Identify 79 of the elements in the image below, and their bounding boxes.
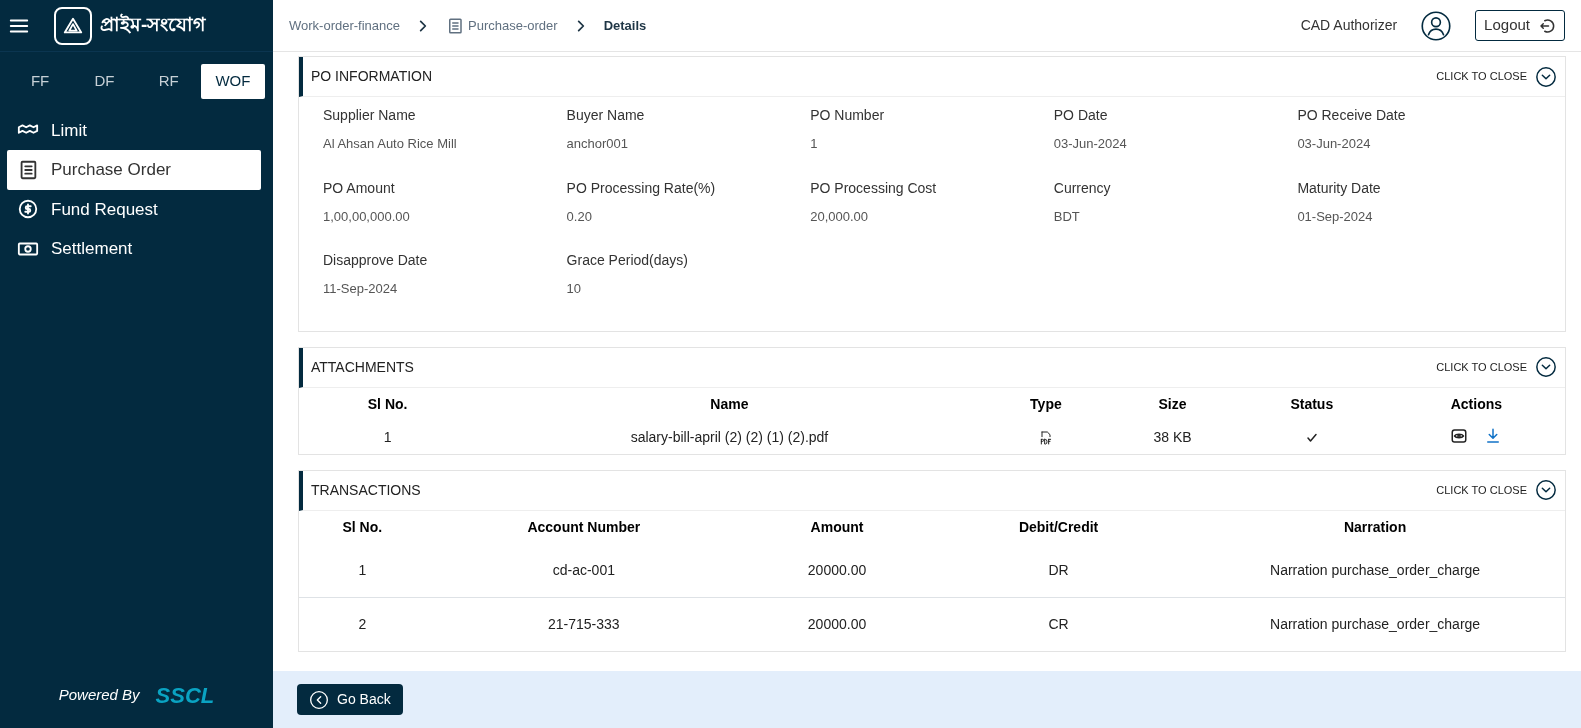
table-cell: 1 [299,420,477,454]
field-label: PO Receive Date [1297,106,1407,125]
field-label: PO Date [1053,106,1109,125]
field-value: 11-Sep-2024 [323,280,399,298]
field-label: Grace Period(days) [566,251,689,270]
column-header: Type [982,387,1110,421]
user-icon [1421,10,1452,41]
logout-icon [1538,16,1556,35]
field-label: Disapprove Date [323,251,429,270]
field-value: BDT [1053,207,1081,226]
chevron-down-circle-icon [1535,479,1557,501]
table-cell: DR [932,543,1186,597]
sidebar-item[interactable]: Limit [7,110,261,150]
breadcrumb-link[interactable]: Work-order-finance [289,15,401,36]
field-value: 03-Jun-2024 [1297,135,1372,153]
chevron-down-circle-icon [1535,356,1557,378]
table-cell: 38 KB [1109,420,1236,454]
field-label: PO Amount [323,178,396,198]
column-header: Amount [742,510,932,544]
field-label: PO Processing Rate(%) [566,178,717,198]
field-value: 03-Jun-2024 [1053,135,1128,153]
table-cell: CR [932,597,1186,651]
column-header: Account Number [425,510,743,544]
table-cell: 2 [299,597,426,651]
field-value: Al Ahsan Auto Rice Mill [323,135,458,153]
table-cell: 1 [299,543,426,597]
column-header: Name [476,387,983,421]
collapse-toggle[interactable]: CLICK TO CLOSE [1436,479,1557,501]
program-tab[interactable]: FF [8,64,73,99]
program-tab[interactable]: WOF [200,64,265,99]
field-value: 0.20 [566,207,593,226]
column-header: Size [1109,387,1236,421]
logout-button[interactable]: Logout [1475,10,1565,41]
powered-by-text: Powered By [58,685,140,706]
view-icon[interactable] [1450,426,1469,445]
field-value: 1,00,00,000.00 [323,207,411,226]
chevron-down-circle-icon [1535,65,1557,88]
column-header: Debit/Credit [932,510,1186,544]
program-tab[interactable]: RF [136,64,201,99]
field-value: 1 [810,135,819,153]
collapse-toggle[interactable]: CLICK TO CLOSE [1436,356,1557,378]
breadcrumb-link[interactable]: Purchase-order [468,15,558,36]
table-cell: Narration purchase_order_charge [1185,597,1565,651]
field-value: 20,000.00 [810,207,870,226]
section-title: PO INFORMATION [311,67,433,86]
company-logo-text: SSCL [155,682,215,710]
field-label: Supplier Name [323,106,417,125]
table-cell: Narration purchase_order_charge [1185,543,1565,597]
chevron-left-circle-icon [309,689,329,710]
brand-title: প্রাইম-সংযোগ [100,12,206,38]
sidebar-item[interactable]: Settlement [7,229,261,269]
column-header: Narration [1185,510,1565,544]
dollar-circle-icon [17,198,39,221]
collapse-toggle[interactable]: CLICK TO CLOSE [1436,65,1557,88]
program-tab[interactable]: DF [72,64,137,99]
table-cell: cd-ac-001 [425,543,743,597]
column-header: Actions [1387,387,1565,421]
field-value: 10 [566,280,583,298]
field-label: Currency [1053,178,1112,198]
field-label: Maturity Date [1297,178,1382,198]
field-label: Buyer Name [566,106,646,125]
sidebar-item[interactable]: Purchase Order [7,150,261,190]
column-header: Sl No. [299,510,426,544]
document-icon [446,16,465,35]
column-header: Status [1235,387,1388,421]
section-title: ATTACHMENTS [311,357,414,377]
table-cell: 20000.00 [742,543,932,597]
table-cell: 21-715-333 [425,597,743,651]
field-value: 01-Sep-2024 [1297,207,1374,226]
column-header: Sl No. [299,387,477,421]
file-name: salary-bill-april (2) (2) (1) (2).pdf [476,420,983,454]
section-title: TRANSACTIONS [311,480,421,500]
user-name: CAD Authorizer [1300,16,1398,35]
field-value: anchor001 [566,135,630,153]
table-cell: 20000.00 [742,597,932,651]
field-label: PO Number [810,106,886,125]
go-back-button[interactable]: Go Back [297,684,403,715]
sidebar-item[interactable]: Fund Request [7,189,261,229]
field-label: PO Processing Cost [810,178,938,198]
